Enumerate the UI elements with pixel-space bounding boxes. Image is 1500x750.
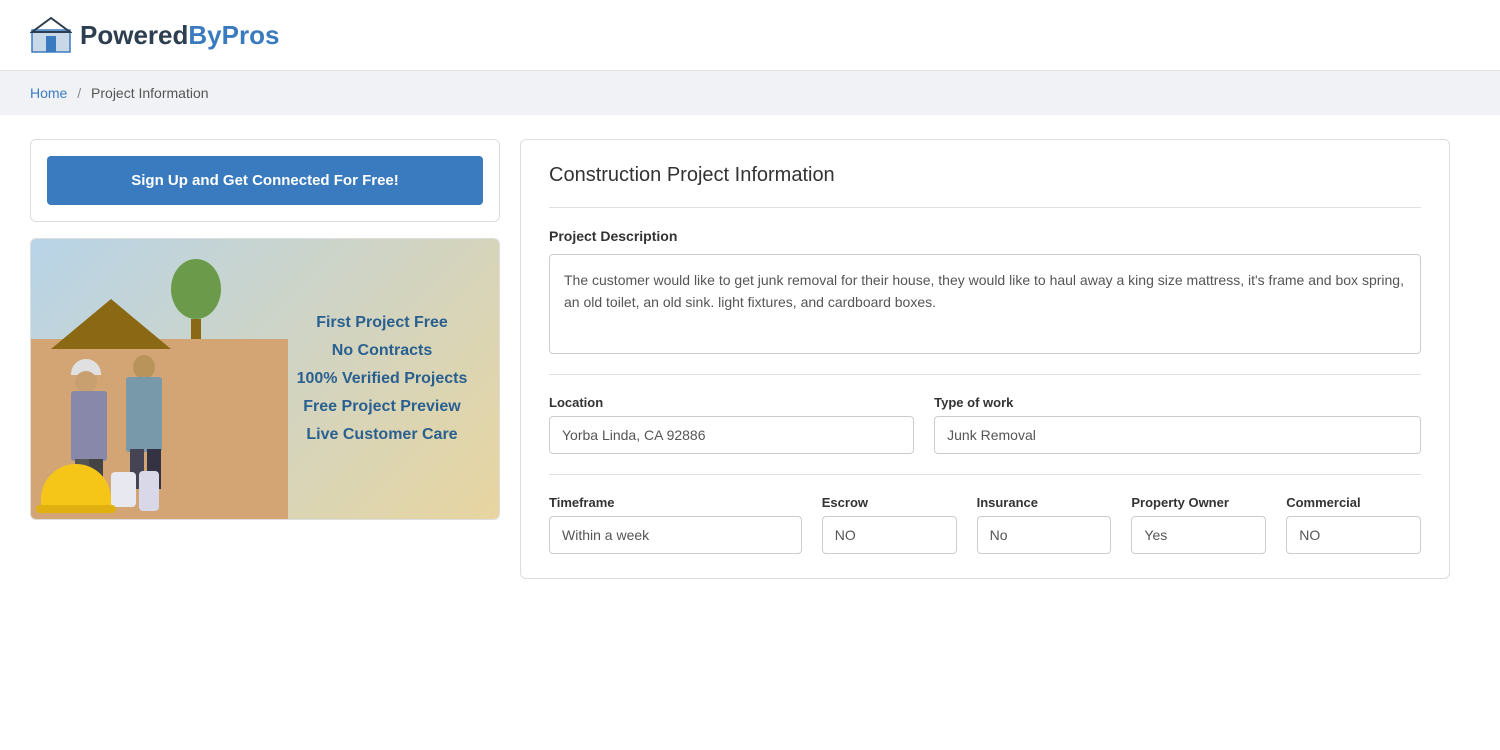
house-roof: [51, 299, 171, 349]
yellow-helmet-brim: [36, 505, 116, 513]
timeframe-value: Within a week: [549, 516, 802, 554]
location-value: Yorba Linda, CA 92886: [549, 416, 914, 454]
escrow-label: Escrow: [822, 495, 957, 510]
tree-decoration: [171, 259, 221, 339]
logo-text: PoweredByPros: [80, 20, 279, 51]
breadcrumb: Home / Project Information: [0, 71, 1500, 115]
timeframe-group: Timeframe Within a week: [549, 495, 802, 554]
signup-btn-wrap: Sign Up and Get Connected For Free!: [30, 139, 500, 222]
promo-card: First Project Free No Contracts 100% Ver…: [30, 238, 500, 520]
property-owner-value: Yes: [1131, 516, 1266, 554]
timeframe-label: Timeframe: [549, 495, 802, 510]
location-type-row: Location Yorba Linda, CA 92886 Type of w…: [549, 395, 1421, 454]
scene-left: [31, 239, 288, 519]
insurance-value: No: [977, 516, 1112, 554]
divider-1: [549, 207, 1421, 208]
breadcrumb-separator: /: [77, 85, 81, 101]
type-of-work-label: Type of work: [934, 395, 1421, 410]
breadcrumb-current: Project Information: [91, 85, 209, 101]
blueprint-roll1: [111, 472, 136, 507]
insurance-label: Insurance: [977, 495, 1112, 510]
commercial-group: Commercial NO: [1286, 495, 1421, 554]
divider-2: [549, 374, 1421, 375]
project-description-label: Project Description: [549, 228, 1421, 244]
divider-3: [549, 474, 1421, 475]
property-owner-label: Property Owner: [1131, 495, 1266, 510]
promo-item-3: 100% Verified Projects: [297, 370, 468, 388]
promo-image: First Project Free No Contracts 100% Ver…: [31, 239, 499, 519]
sidebar: Sign Up and Get Connected For Free!: [30, 139, 500, 579]
insurance-group: Insurance No: [977, 495, 1112, 554]
timeframe-row: Timeframe Within a week Escrow NO Insura…: [549, 495, 1421, 554]
commercial-label: Commercial: [1286, 495, 1421, 510]
blueprint-roll2: [139, 471, 159, 511]
property-owner-group: Property Owner Yes: [1131, 495, 1266, 554]
escrow-group: Escrow NO: [822, 495, 957, 554]
panel-title: Construction Project Information: [549, 164, 1421, 187]
promo-item-2: No Contracts: [332, 342, 432, 360]
escrow-value: NO: [822, 516, 957, 554]
content-panel: Construction Project Information Project…: [520, 139, 1450, 579]
promo-item-4: Free Project Preview: [303, 398, 460, 416]
header: PoweredByPros: [0, 0, 1500, 71]
logo-icon: [30, 16, 72, 54]
promo-item-1: First Project Free: [316, 314, 448, 332]
breadcrumb-home[interactable]: Home: [30, 85, 67, 101]
location-label: Location: [549, 395, 914, 410]
logo: PoweredByPros: [30, 16, 279, 54]
location-group: Location Yorba Linda, CA 92886: [549, 395, 914, 454]
project-description-text: The customer would like to get junk remo…: [549, 254, 1421, 354]
promo-item-5: Live Customer Care: [306, 426, 457, 444]
signup-button[interactable]: Sign Up and Get Connected For Free!: [47, 156, 483, 205]
commercial-value: NO: [1286, 516, 1421, 554]
type-of-work-value: Junk Removal: [934, 416, 1421, 454]
promo-text-area: First Project Free No Contracts 100% Ver…: [265, 239, 499, 519]
main-content: Sign Up and Get Connected For Free!: [0, 115, 1480, 603]
type-of-work-group: Type of work Junk Removal: [934, 395, 1421, 454]
